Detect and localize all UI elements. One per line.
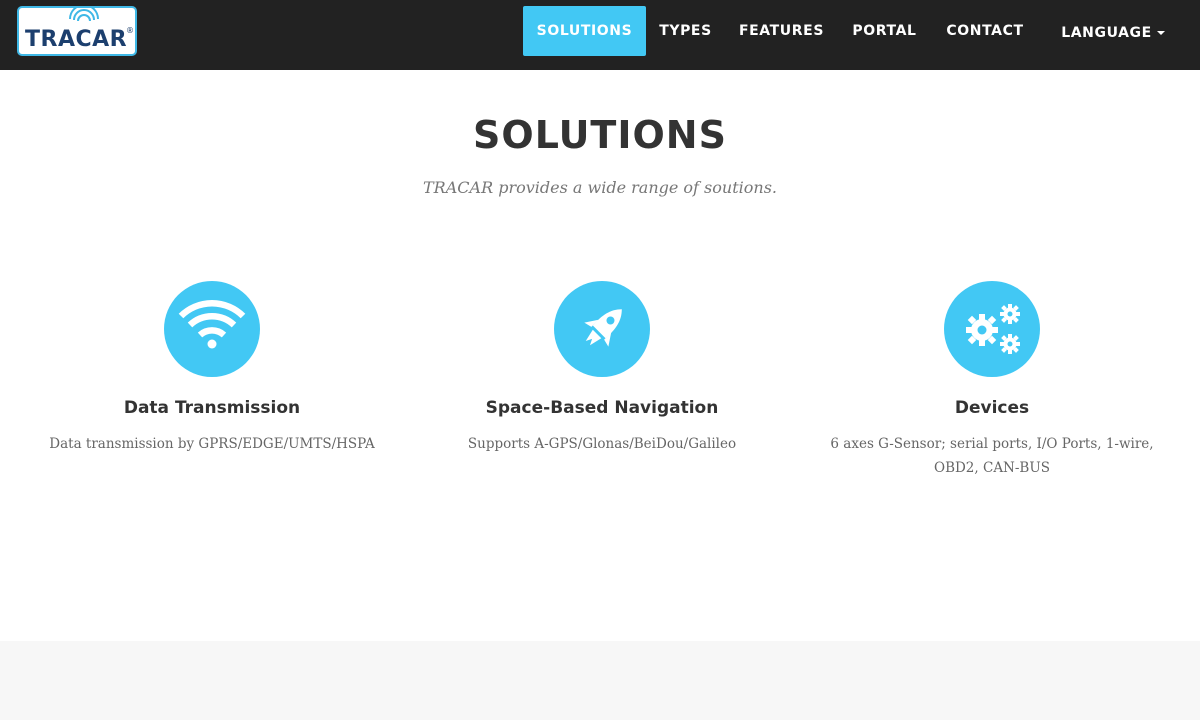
feature-description: Supports A-GPS/Glonas/BeiDou/Galileo xyxy=(467,436,737,452)
feature-description: 6 axes G-Sensor; serial ports, I/O Ports… xyxy=(830,436,1154,476)
language-dropdown[interactable]: LANGUAGE xyxy=(1046,8,1180,58)
section-title: SOLUTIONS xyxy=(473,113,727,157)
feature-icon-circle xyxy=(944,281,1040,377)
feature-icon-circle xyxy=(554,281,650,377)
registered-mark: ® xyxy=(126,26,134,35)
navbar: TRACAR ® SOLUTIONS TYPES FEATURES PORTAL… xyxy=(0,0,1200,70)
wifi-icon xyxy=(178,300,246,349)
nav-item-contact[interactable]: CONTACT xyxy=(931,6,1039,56)
feature-space-navigation: Space-Based Navigation Supports A-GPS/Gl… xyxy=(407,281,797,456)
feature-data-transmission: Data Transmission Data transmission by G… xyxy=(17,281,407,456)
gears-icon xyxy=(966,304,1020,354)
feature-heading: Data Transmission xyxy=(123,398,301,418)
feature-heading: Devices xyxy=(954,398,1030,418)
caret-down-icon xyxy=(1156,31,1165,35)
language-label: LANGUAGE xyxy=(1061,25,1152,41)
section-subtitle: TRACAR provides a wide range of soutions… xyxy=(423,178,777,197)
nav-item-solutions[interactable]: SOLUTIONS xyxy=(523,6,646,56)
logo-text: TRACAR xyxy=(25,27,128,52)
nav-item-types[interactable]: TYPES xyxy=(646,6,725,56)
feature-description: Data transmission by GPRS/EDGE/UMTS/HSPA xyxy=(49,436,375,452)
nav-item-portal[interactable]: PORTAL xyxy=(838,6,931,56)
feature-devices: Devices 6 axes G-Sensor; serial ports, I… xyxy=(797,281,1187,480)
rocket-icon xyxy=(584,309,622,347)
nav-item-features[interactable]: FEATURES xyxy=(725,6,838,56)
brand-logo[interactable]: TRACAR ® xyxy=(17,6,137,56)
feature-heading: Space-Based Navigation xyxy=(485,398,719,418)
footer-band xyxy=(0,641,1200,720)
feature-icon-circle xyxy=(164,281,260,377)
